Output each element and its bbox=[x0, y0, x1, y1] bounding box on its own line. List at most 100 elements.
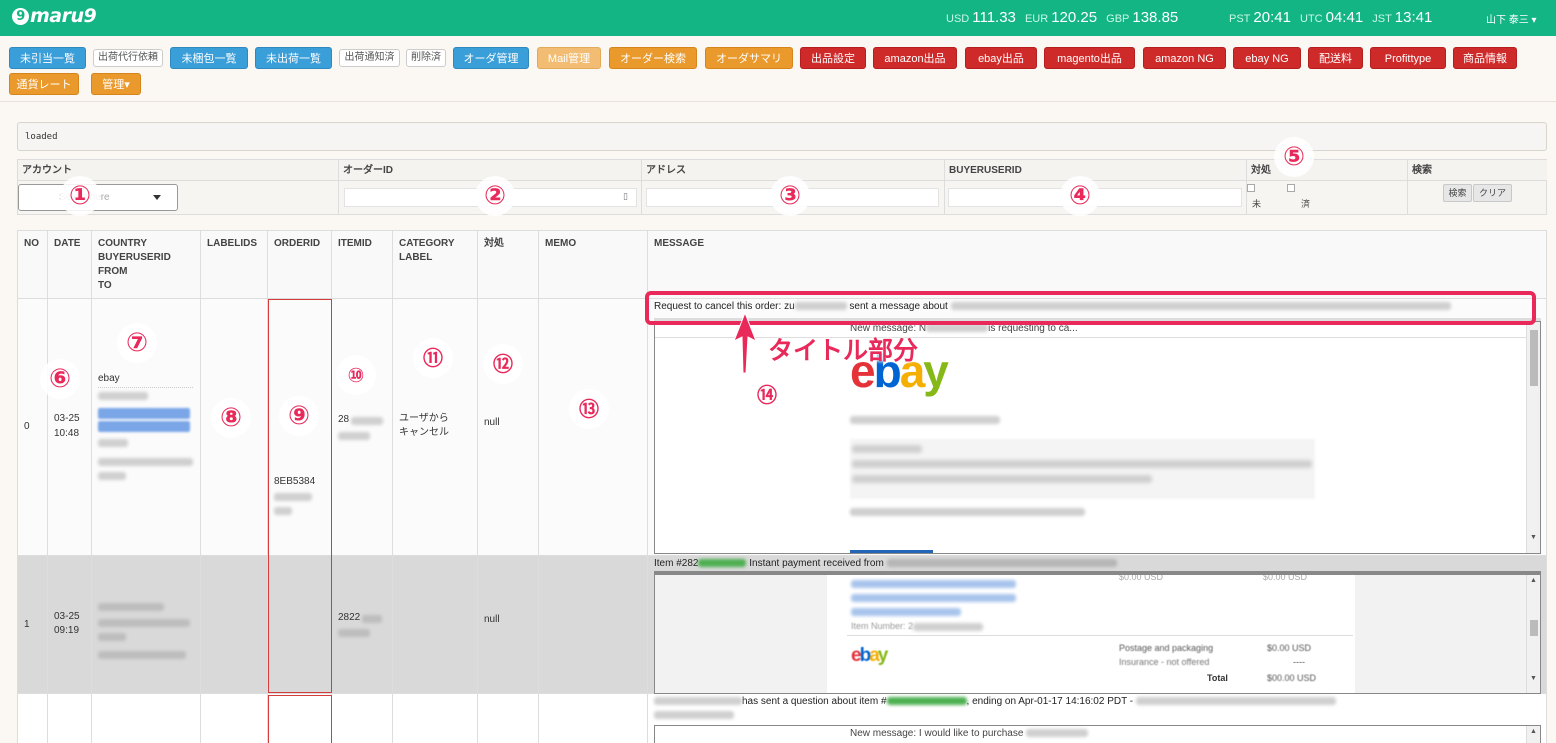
amazon-listing-button[interactable]: amazon出品 bbox=[873, 47, 957, 69]
category-header: CATEGORY bbox=[399, 238, 455, 249]
product-info-button[interactable]: 商品情報 bbox=[1453, 47, 1517, 69]
respond-button[interactable] bbox=[850, 550, 933, 553]
rate-value: 138.85 bbox=[1132, 9, 1179, 26]
redacted-text bbox=[852, 445, 922, 453]
redacted-text bbox=[926, 324, 989, 333]
handled-checkbox[interactable] bbox=[1287, 184, 1295, 192]
message-title[interactable]: has sent a question about item # , ending… bbox=[654, 695, 1336, 709]
buyer-email-redacted bbox=[98, 633, 126, 641]
handled-cell: 未 済 bbox=[1247, 181, 1408, 215]
cell-no bbox=[18, 694, 48, 743]
message-body-frame[interactable]: Item Number: 2 $0.00 USD $0.00 USD ebay … bbox=[654, 574, 1541, 694]
table-row[interactable]: 1 03-25 09:19 2822 null Item #282 Instan… bbox=[18, 556, 1546, 694]
redacted-text bbox=[913, 622, 984, 631]
cell-date bbox=[48, 694, 92, 743]
redacted-text bbox=[886, 559, 1117, 568]
scroll-up-icon[interactable]: ▲ bbox=[1530, 577, 1537, 584]
to-header: TO bbox=[98, 280, 112, 291]
logo-text: maru9 bbox=[30, 5, 97, 27]
unhandled-checkbox[interactable] bbox=[1247, 184, 1255, 192]
row-date: 03-25 bbox=[54, 611, 80, 622]
scroll-up-icon[interactable]: ▲ bbox=[1530, 728, 1537, 735]
title-mid: , ending on Apr-01-17 14:16:02 PDT - bbox=[966, 696, 1134, 707]
rate-code: GBP bbox=[1106, 13, 1130, 25]
unpacked-list-button[interactable]: 未梱包一覧 bbox=[170, 47, 248, 69]
shipping-agent-request-button[interactable]: 出荷代行依頼 bbox=[93, 49, 163, 67]
to-redacted bbox=[98, 472, 126, 480]
email-item-number: Item Number: 2 bbox=[851, 621, 984, 631]
scroll-down-icon[interactable]: ▼ bbox=[1530, 675, 1537, 682]
mail-management-button[interactable]: Mail管理 bbox=[537, 47, 601, 69]
unshipped-list-button[interactable]: 未出荷一覧 bbox=[255, 47, 332, 69]
amazon-ng-button[interactable]: amazon NG bbox=[1143, 47, 1226, 69]
rate-code: EUR bbox=[1024, 13, 1049, 25]
profittype-button[interactable]: Profittype bbox=[1370, 47, 1446, 69]
search-actions-cell: 検索 クリア bbox=[1408, 181, 1547, 215]
scrollbar[interactable]: ▲ ▼ bbox=[1526, 575, 1540, 693]
scrollbar[interactable]: ▼ bbox=[1526, 322, 1540, 553]
table-row[interactable]: has sent a question about item # , ending… bbox=[18, 694, 1546, 743]
search-button[interactable]: 検索 bbox=[1443, 184, 1472, 202]
ebay-ng-button[interactable]: ebay NG bbox=[1233, 47, 1301, 69]
status-box: loaded bbox=[17, 122, 1547, 151]
magento-listing-button[interactable]: magento出品 bbox=[1044, 47, 1135, 69]
redacted-text bbox=[886, 697, 967, 706]
shipping-fee-button[interactable]: 配送料 bbox=[1308, 47, 1363, 69]
message-body-frame[interactable]: New message: I would like to purchase ▲ bbox=[654, 725, 1541, 743]
cell-orderid bbox=[268, 556, 332, 694]
cell-message: Item #282 Instant payment received from … bbox=[648, 556, 1546, 694]
redacted-text bbox=[852, 475, 1152, 483]
message-title[interactable]: Item #282 Instant payment received from bbox=[654, 557, 1117, 571]
unallocated-list-button[interactable]: 未引当一覧 bbox=[9, 47, 86, 69]
admin-dropdown-button[interactable]: 管理▾ bbox=[91, 73, 141, 95]
email-amount: $00.00 USD bbox=[1267, 673, 1317, 683]
unhandled-label: 未 bbox=[1252, 199, 1262, 209]
tz-code: UTC bbox=[1300, 13, 1323, 25]
exchange-rates: USD 111.33 EUR 120.25 GBP 138.85 bbox=[946, 9, 1184, 26]
row-number: 0 bbox=[24, 421, 30, 432]
user-menu[interactable]: 山下 泰三 ▾ bbox=[1486, 11, 1537, 26]
cell-memo[interactable] bbox=[539, 694, 648, 743]
email-amount: $0.00 USD bbox=[1263, 574, 1308, 582]
email-item-label: Item Number: 2 bbox=[851, 621, 914, 631]
app-logo[interactable]: 9 maru9 bbox=[12, 5, 97, 27]
search-header: 検索 bbox=[1408, 160, 1547, 181]
row-number: 1 bbox=[24, 619, 30, 630]
listing-settings-button[interactable]: 出品設定 bbox=[800, 47, 866, 69]
ebay-listing-button[interactable]: ebay出品 bbox=[965, 47, 1037, 69]
buyer-id-redacted bbox=[98, 603, 164, 611]
order-summary-button[interactable]: オーダサマリ bbox=[705, 47, 793, 69]
marker-14: ⑭ bbox=[747, 375, 787, 415]
row-handled: null bbox=[484, 614, 500, 625]
scrollbar[interactable]: ▲ bbox=[1526, 726, 1540, 743]
cell-no: 1 bbox=[18, 556, 48, 694]
preview-text: New message: I would like to purchase bbox=[850, 728, 1024, 739]
col-memo: MEMO bbox=[539, 231, 648, 299]
buyer-email-selected bbox=[98, 408, 190, 419]
row-time: 10:48 bbox=[54, 428, 80, 439]
email-postage-label: Postage and packaging bbox=[1119, 643, 1214, 653]
to-redacted bbox=[98, 651, 186, 659]
chevron-down-icon bbox=[153, 195, 161, 200]
title-prefix: has sent a question about item # bbox=[742, 696, 887, 707]
scrollbar-thumb[interactable] bbox=[1530, 620, 1538, 636]
title-highlight-box bbox=[645, 291, 1536, 325]
clear-button[interactable]: クリア bbox=[1473, 184, 1512, 202]
cell-memo[interactable] bbox=[539, 556, 648, 694]
scroll-down-icon[interactable]: ▼ bbox=[1530, 534, 1537, 541]
order-search-button[interactable]: オーダー検索 bbox=[609, 47, 697, 69]
shipment-notified-button[interactable]: 出荷通知済 bbox=[339, 49, 400, 67]
currency-rate-button[interactable]: 通貨レート bbox=[9, 73, 79, 95]
scrollbar-thumb[interactable] bbox=[1530, 330, 1538, 386]
order-management-button[interactable]: オーダ管理 bbox=[453, 47, 529, 69]
row-category-label: キャンセル bbox=[399, 427, 449, 438]
redacted-text bbox=[850, 416, 1000, 424]
row-item-id: 28 bbox=[338, 414, 350, 425]
row-handled: null bbox=[484, 417, 500, 428]
tz-time: 20:41 bbox=[1253, 9, 1291, 26]
divider bbox=[98, 387, 193, 388]
label-header: LABEL bbox=[399, 252, 433, 263]
deleted-button[interactable]: 削除済 bbox=[406, 49, 446, 67]
title-callout: タイトル部分 bbox=[768, 336, 919, 365]
to-redacted bbox=[98, 458, 193, 466]
